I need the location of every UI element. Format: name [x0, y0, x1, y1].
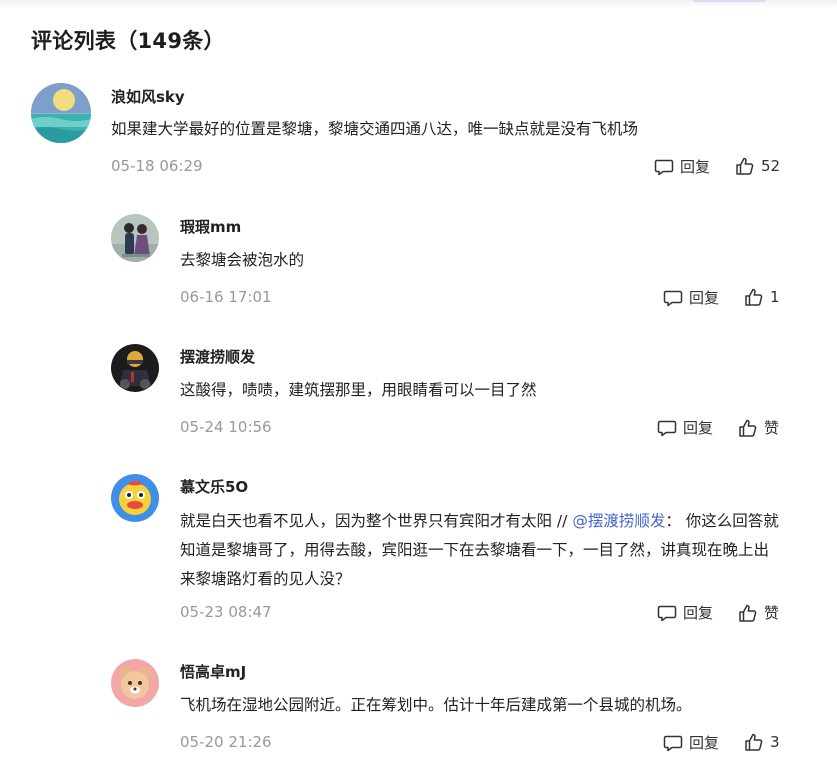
comment-time: 05-20 21:26 — [180, 733, 272, 751]
user-avatar[interactable] — [111, 344, 159, 392]
comment-text: 这酸得，啧啧，建筑摆那里，用眼睛看可以一目了然 — [180, 381, 537, 399]
rider-avatar — [111, 344, 159, 392]
reply-button[interactable]: 回复 — [663, 732, 719, 753]
duck-avatar — [111, 474, 159, 522]
user-name[interactable]: 摆渡捞顺发 — [180, 346, 255, 367]
comment-text: 飞机场在湿地公园附近。正在筹划中。估计十年后建成第一个县城的机场。 — [180, 696, 692, 714]
like-button[interactable]: 52 — [735, 156, 780, 176]
comment-bubble-icon — [663, 290, 683, 306]
user-name[interactable]: 浪如风sky — [111, 86, 185, 107]
user-avatar[interactable] — [31, 83, 91, 143]
user-name[interactable]: 悟高卓mJ — [180, 661, 246, 682]
thumbs-up-icon — [739, 604, 757, 622]
comment-time: 05-24 10:56 — [180, 418, 272, 436]
top-tab-indicator — [693, 0, 765, 2]
like-button[interactable]: 赞 — [738, 417, 779, 438]
thumbs-up-icon — [739, 419, 757, 437]
like-label: 赞 — [764, 604, 780, 622]
mention-link[interactable]: @摆渡捞顺发 — [572, 512, 665, 530]
like-count: 1 — [770, 288, 780, 306]
reply-label: 回复 — [683, 604, 714, 622]
comment-text: 就是白天也看不见人，因为整个世界只有宾阳才有太阳 // @摆渡捞顺发： 你这么回… — [180, 507, 780, 594]
couple-avatar — [111, 214, 159, 262]
like-button[interactable]: 赞 — [738, 602, 779, 623]
comment-text: 去黎塘会被泡水的 — [180, 251, 305, 269]
comment-bubble-icon — [663, 735, 683, 751]
moon-sea-avatar — [31, 83, 91, 143]
like-label: 赞 — [764, 419, 780, 437]
comment-time: 05-23 08:47 — [180, 603, 272, 621]
reply-label: 回复 — [689, 289, 720, 307]
comment-text: 如果建大学最好的位置是黎塘，黎塘交通四通八达，唯一缺点就是没有飞机场 — [111, 120, 639, 138]
comment-bubble-icon — [657, 420, 677, 436]
comment-bubble-icon — [654, 159, 674, 175]
thumbs-up-icon — [745, 733, 763, 751]
comment-list-title: 评论列表（149条） — [31, 29, 225, 53]
comment-time: 05-18 06:29 — [111, 157, 203, 175]
thumbs-up-icon — [745, 288, 763, 306]
comment-text-prefix: 就是白天也看不见人，因为整个世界只有宾阳才有太阳 // — [180, 512, 568, 530]
reply-label: 回复 — [680, 158, 711, 176]
bear-avatar — [111, 659, 159, 707]
like-count: 3 — [770, 733, 780, 751]
like-count: 52 — [761, 157, 781, 175]
reply-button[interactable]: 回复 — [657, 602, 713, 623]
comment-time: 06-16 17:01 — [180, 288, 272, 306]
thumbs-up-icon — [736, 157, 754, 175]
user-avatar[interactable] — [111, 214, 159, 262]
reply-button[interactable]: 回复 — [654, 156, 710, 177]
user-avatar[interactable] — [111, 659, 159, 707]
reply-label: 回复 — [689, 734, 720, 752]
reply-label: 回复 — [683, 419, 714, 437]
user-avatar[interactable] — [111, 474, 159, 522]
reply-button[interactable]: 回复 — [663, 287, 719, 308]
like-button[interactable]: 1 — [744, 287, 780, 307]
like-button[interactable]: 3 — [744, 732, 780, 752]
user-name[interactable]: 慕文乐5O — [180, 476, 248, 497]
reply-button[interactable]: 回复 — [657, 417, 713, 438]
comment-bubble-icon — [657, 605, 677, 621]
user-name[interactable]: 瑕瑕mm — [180, 216, 241, 237]
